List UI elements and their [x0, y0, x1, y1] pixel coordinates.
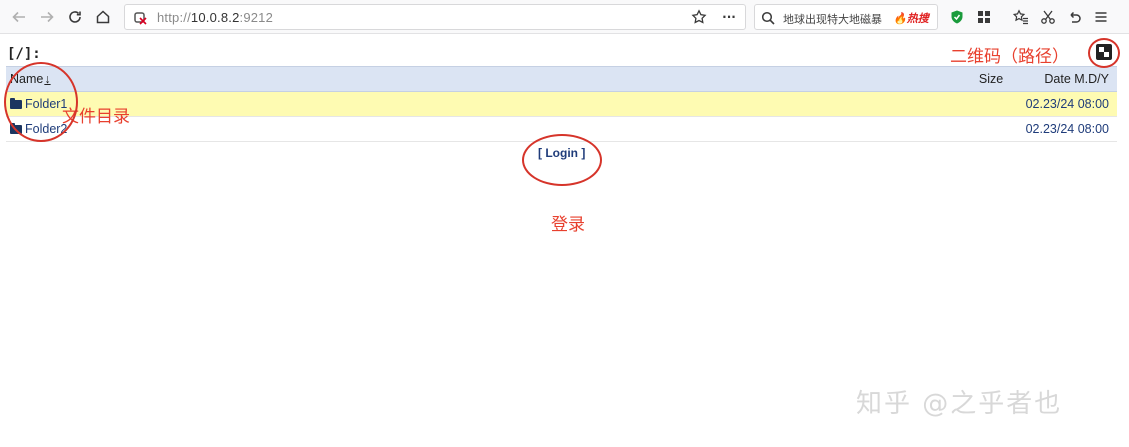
shield-extension-icon[interactable]	[946, 6, 968, 28]
more-actions-icon[interactable]: ···	[718, 6, 740, 28]
file-name-cell[interactable]: Folder1	[6, 91, 897, 117]
file-date-cell: 02.23/24 08:00	[1007, 116, 1117, 142]
bookmarks-list-icon[interactable]	[1010, 6, 1032, 28]
file-table: Name↓ Size Date M.D/Y Folder1 02.23/24 0…	[6, 66, 1117, 142]
annotation-circle-dir	[4, 62, 78, 142]
hot-search-badge: 🔥热搜	[893, 12, 929, 25]
home-icon[interactable]	[92, 6, 114, 28]
table-row[interactable]: Folder1 02.23/24 08:00	[6, 91, 1117, 117]
url-host: 10.0.8.2	[190, 10, 240, 25]
file-name-cell[interactable]: Folder2	[6, 116, 897, 142]
file-date-cell: 02.23/24 08:00	[1007, 91, 1117, 117]
current-path: [/]:	[7, 46, 41, 62]
annotation-circle-qr	[1088, 38, 1120, 68]
reload-icon[interactable]	[64, 6, 86, 28]
annotation-qr-label: 二维码（路径）	[950, 47, 1069, 67]
table-header-row: Name↓ Size Date M.D/Y	[6, 66, 1117, 92]
url-scheme: http://	[157, 10, 191, 25]
insecure-connection-icon[interactable]	[129, 7, 151, 29]
column-header-name[interactable]: Name↓	[6, 66, 897, 92]
search-icon	[757, 7, 779, 29]
url-text: http://10.0.8.2:9212	[157, 10, 273, 25]
screenshot-scissors-icon[interactable]	[1037, 6, 1059, 28]
column-header-size[interactable]: Size	[896, 66, 1008, 92]
watermark: 知乎 @之乎者也	[856, 389, 1063, 419]
browser-toolbar: http://10.0.8.2:9212 ··· 地球出现特大地磁暴 🔥热搜	[0, 0, 1129, 34]
search-bar[interactable]: 地球出现特大地磁暴 🔥热搜	[754, 4, 938, 30]
back-icon[interactable]	[8, 6, 30, 28]
menu-hamburger-icon[interactable]	[1090, 6, 1112, 28]
hot-search-label: 热搜	[906, 12, 929, 25]
file-size-cell	[896, 116, 1008, 142]
annotation-login-label: 登录	[551, 215, 585, 235]
url-bar[interactable]: http://10.0.8.2:9212	[124, 4, 746, 30]
annotation-circle-login	[522, 134, 602, 186]
column-header-date[interactable]: Date M.D/Y	[1007, 66, 1117, 92]
forward-icon[interactable]	[36, 6, 58, 28]
search-input-text: 地球出现特大地磁暴	[783, 13, 882, 26]
url-port: :9212	[239, 10, 274, 25]
file-size-cell	[896, 91, 1008, 117]
apps-grid-icon[interactable]	[973, 6, 995, 28]
undo-icon[interactable]	[1063, 6, 1085, 28]
bookmark-star-icon[interactable]	[688, 6, 710, 28]
